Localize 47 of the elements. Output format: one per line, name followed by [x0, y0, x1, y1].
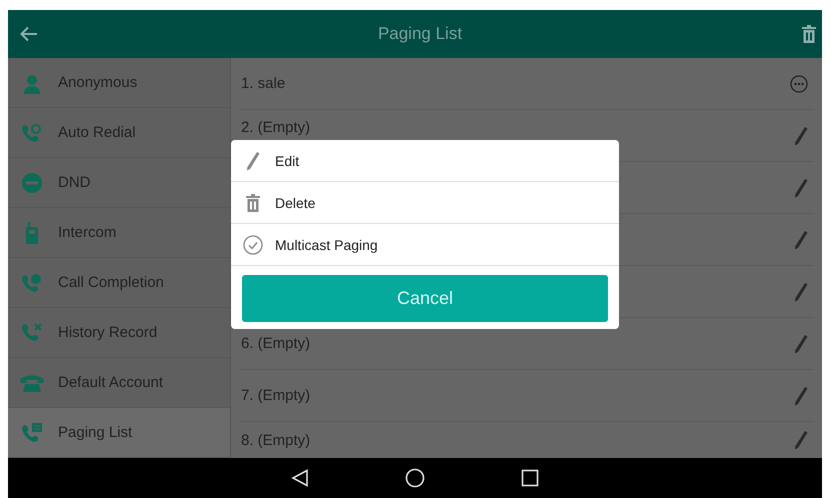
sidebar-label: History Record	[58, 324, 158, 341]
sidebar-item[interactable]: Call Completion	[8, 258, 230, 308]
edit-icon[interactable]	[794, 386, 808, 406]
phone-list-icon	[21, 422, 43, 442]
desk-phone-icon	[20, 374, 44, 392]
check-circle-icon	[243, 234, 263, 254]
page-title: Paging List	[376, 24, 464, 44]
edit-icon[interactable]	[794, 230, 808, 250]
walkie-talkie-icon	[26, 222, 38, 244]
sidebar-item[interactable]: Intercom	[8, 208, 230, 258]
paging-entry[interactable]: 7. (Empty)	[241, 387, 794, 404]
edit-icon[interactable]	[794, 178, 808, 198]
sidebar-label: Auto Redial	[58, 124, 136, 141]
sidebar-label: Call Completion	[58, 274, 164, 291]
phone-clock-icon	[21, 122, 43, 142]
menu-option[interactable]: Multicast Paging	[231, 224, 619, 266]
minus-circle-icon	[22, 172, 42, 192]
sidebar-item[interactable]: DND	[8, 158, 230, 208]
paging-entry[interactable]: 1. sale	[241, 75, 790, 92]
square-icon[interactable]	[521, 469, 539, 487]
edit-icon[interactable]	[794, 126, 808, 146]
sidebar-item[interactable]: Paging List	[8, 408, 230, 458]
phone-check-icon	[21, 272, 43, 292]
edit-icon[interactable]	[794, 334, 808, 354]
phone-history-icon	[21, 322, 43, 344]
sidebar-label: Intercom	[58, 224, 116, 241]
sidebar-item[interactable]: Auto Redial	[8, 108, 230, 158]
paging-entry[interactable]: 2. (Empty)	[241, 119, 794, 136]
sidebar-label: Default Account	[58, 374, 164, 391]
sidebar-label: DND	[58, 174, 90, 191]
sidebar-label: Paging List	[58, 424, 132, 441]
edit-icon[interactable]	[794, 282, 808, 302]
back-triangle-icon[interactable]	[291, 469, 309, 487]
more-icon[interactable]	[790, 74, 808, 92]
sidebar-item[interactable]: Anonymous	[8, 58, 230, 108]
sidebar-item[interactable]: History Record	[8, 308, 230, 358]
home-circle-icon[interactable]	[405, 468, 425, 488]
pencil-icon[interactable]	[246, 150, 260, 170]
paging-entry[interactable]: 8. (Empty)	[241, 432, 794, 448]
cancel-button[interactable]: Cancel	[242, 275, 608, 322]
back-arrow-icon[interactable]	[20, 26, 38, 42]
menu-option[interactable]: Edit	[231, 140, 619, 182]
sidebar-label: Anonymous	[58, 74, 138, 91]
delete-icon[interactable]	[802, 25, 816, 43]
paging-entry[interactable]: 6. (Empty)	[241, 335, 794, 352]
trash-icon	[246, 194, 260, 212]
menu-option[interactable]: Delete	[231, 182, 619, 224]
